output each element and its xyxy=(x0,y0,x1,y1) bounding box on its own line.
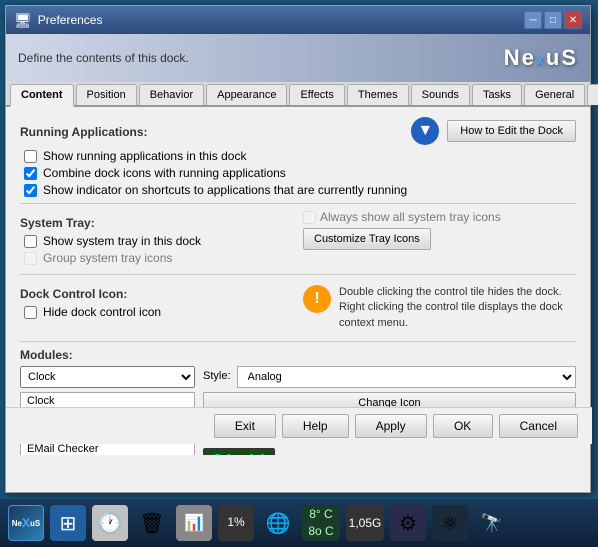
temp-value: 8° C8o C xyxy=(308,506,333,540)
header-area: Define the contents of this dock. NeXuS xyxy=(6,34,590,82)
style-dropdown[interactable]: Analog Digital xyxy=(237,366,576,388)
show-running-apps-row: Show running applications in this dock xyxy=(20,149,576,163)
always-show-row: Always show all system tray icons xyxy=(303,210,576,224)
system-tray-label: System Tray: xyxy=(20,216,293,230)
show-system-tray-row: Show system tray in this dock xyxy=(20,234,293,248)
group-tray-icons-row: Group system tray icons xyxy=(20,251,293,265)
dock-control-label: Dock Control Icon: xyxy=(20,287,293,301)
taskbar-temp-display[interactable]: 8° C8o C xyxy=(302,505,340,541)
content-area: Running Applications: ▼ How to Edit the … xyxy=(6,107,590,455)
modules-label: Modules: xyxy=(20,348,576,362)
taskbar-atom-icon[interactable]: ⚛ xyxy=(432,505,468,541)
warning-section: ! Double clicking the control tile hides… xyxy=(303,281,576,335)
dock-control-right: ! Double clicking the control tile hides… xyxy=(303,281,576,335)
taskbar-nexus-icon[interactable]: NeXuS xyxy=(8,505,44,541)
close-button[interactable]: ✕ xyxy=(564,11,582,29)
warning-icon: ! xyxy=(303,285,331,313)
tab-advanced[interactable]: Advanced xyxy=(587,84,598,105)
system-tray-section: System Tray: Show system tray in this do… xyxy=(20,210,576,268)
taskbar-globe-icon[interactable]: 🌐 xyxy=(260,505,296,541)
hide-dock-control-label: Hide dock control icon xyxy=(43,305,161,319)
tab-bar: Content Position Behavior Appearance Eff… xyxy=(6,82,590,107)
window-controls: ─ □ ✕ xyxy=(524,11,582,29)
digital-calendar-group: 21:44 STU 9 PON xyxy=(203,448,275,455)
help-button[interactable]: Help xyxy=(282,414,349,438)
dock-control-section: Dock Control Icon: Hide dock control ico… xyxy=(20,281,576,335)
nexus-logo: NeXuS xyxy=(504,45,578,71)
taskbar-percent-display[interactable]: 1% xyxy=(218,505,254,541)
tab-general[interactable]: General xyxy=(524,84,585,105)
header-description: Define the contents of this dock. xyxy=(18,51,189,65)
tab-appearance[interactable]: Appearance xyxy=(206,84,287,105)
group-tray-icons-checkbox[interactable] xyxy=(24,252,37,265)
titlebar: 🖥 Preferences ─ □ ✕ xyxy=(6,6,590,34)
combine-dock-icons-row: Combine dock icons with running applicat… xyxy=(20,166,576,180)
preferences-window: 🖥 Preferences ─ □ ✕ Define the contents … xyxy=(5,5,591,493)
tab-tasks[interactable]: Tasks xyxy=(472,84,522,105)
digital-clock: 21:44 xyxy=(203,448,275,455)
taskbar-memory-display[interactable]: 1,05G xyxy=(346,505,384,541)
group-tray-icons-label: Group system tray icons xyxy=(43,251,172,265)
always-show-label: Always show all system tray icons xyxy=(320,210,501,224)
app-icon: 🖥 xyxy=(14,12,32,29)
dock-control-left: Dock Control Icon: Hide dock control ico… xyxy=(20,281,293,335)
taskbar-start-icon[interactable]: ⊞ xyxy=(50,505,86,541)
show-system-tray-label: Show system tray in this dock xyxy=(43,234,201,248)
customize-tray-button[interactable]: Customize Tray Icons xyxy=(303,228,431,250)
taskbar-gear-icon[interactable]: ⚙ xyxy=(390,505,426,541)
show-system-tray-checkbox[interactable] xyxy=(24,235,37,248)
info-icon: ▼ xyxy=(411,117,439,145)
percent-value: 1% xyxy=(227,516,244,529)
taskbar-clock-icon[interactable]: 🕐 xyxy=(92,505,128,541)
warning-text: Double clicking the control tile hides t… xyxy=(339,285,576,331)
show-running-apps-checkbox[interactable] xyxy=(24,150,37,163)
clock-preview: 21:44 STU 9 PON xyxy=(203,448,576,455)
hide-dock-control-checkbox[interactable] xyxy=(24,306,37,319)
apply-button[interactable]: Apply xyxy=(355,414,427,438)
taskbar-telescope-icon[interactable]: 🔭 xyxy=(474,505,510,541)
divider-3 xyxy=(20,341,576,342)
taskbar: NeXuS ⊞ 🕐 🗑 📊 1% 🌐 8° C8o C 1,05G ⚙ ⚛ 🔭 xyxy=(0,499,598,547)
running-apps-header: Running Applications: ▼ How to Edit the … xyxy=(20,117,576,145)
show-running-apps-label: Show running applications in this dock xyxy=(43,149,246,163)
taskbar-trash-icon[interactable]: 🗑 xyxy=(134,505,170,541)
taskbar-chart-icon[interactable]: 📊 xyxy=(176,505,212,541)
divider-1 xyxy=(20,203,576,204)
divider-2 xyxy=(20,274,576,275)
show-indicator-checkbox[interactable] xyxy=(24,184,37,197)
cancel-button[interactable]: Cancel xyxy=(499,414,578,438)
tab-sounds[interactable]: Sounds xyxy=(411,84,470,105)
modules-dropdown[interactable]: Clock xyxy=(20,366,195,388)
tab-content[interactable]: Content xyxy=(10,84,74,107)
tab-behavior[interactable]: Behavior xyxy=(139,84,204,105)
system-tray-left: System Tray: Show system tray in this do… xyxy=(20,210,293,268)
style-row: Style: Analog Digital xyxy=(203,366,576,388)
combine-dock-icons-checkbox[interactable] xyxy=(24,167,37,180)
minimize-button[interactable]: ─ xyxy=(524,11,542,29)
show-indicator-row: Show indicator on shortcuts to applicati… xyxy=(20,183,576,197)
tab-position[interactable]: Position xyxy=(76,84,137,105)
how-to-edit-button[interactable]: How to Edit the Dock xyxy=(447,120,576,142)
show-indicator-label: Show indicator on shortcuts to applicati… xyxy=(43,183,407,197)
tab-effects[interactable]: Effects xyxy=(289,84,344,105)
exit-button[interactable]: Exit xyxy=(214,414,276,438)
style-label: Style: xyxy=(203,370,231,382)
bottom-buttons: Exit Help Apply OK Cancel xyxy=(6,407,592,444)
maximize-button[interactable]: □ xyxy=(544,11,562,29)
system-tray-right: Always show all system tray icons Custom… xyxy=(303,210,576,268)
running-apps-label: Running Applications: xyxy=(20,125,148,139)
tab-themes[interactable]: Themes xyxy=(347,84,409,105)
ok-button[interactable]: OK xyxy=(433,414,493,438)
window-title: Preferences xyxy=(38,13,524,27)
combine-dock-icons-label: Combine dock icons with running applicat… xyxy=(43,166,286,180)
memory-value: 1,05G xyxy=(349,516,382,530)
always-show-checkbox[interactable] xyxy=(303,211,316,224)
hide-dock-control-row: Hide dock control icon xyxy=(20,305,293,319)
